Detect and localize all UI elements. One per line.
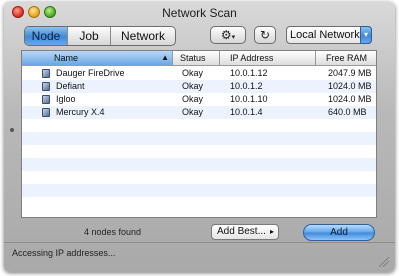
network-location-popup[interactable]: Local Network ▾ [286,26,372,44]
node-ram: 640.0 MB [328,107,367,117]
nodes-table: Name ▲ Status IP Address Free RAM Dauger… [21,50,377,218]
table-row[interactable]: Defiant Okay 10.0.1.2 1024.0 MB [22,80,376,93]
sort-ascending-icon: ▲ [161,53,169,62]
refresh-button[interactable]: ↻ [254,26,276,44]
empty-row [22,184,376,197]
node-icon [42,82,50,91]
resize-grip-icon[interactable] [379,257,389,267]
empty-row [22,119,376,132]
node-name: Defiant [56,81,85,91]
node-name: Igloo [56,94,76,104]
action-menu-button[interactable]: ⚙▾ [210,26,246,44]
add-best-button[interactable]: Add Best... ▸ [211,224,279,240]
node-ip: 10.0.1.4 [230,107,263,117]
table-row[interactable]: Mercury X.4 Okay 10.0.1.4 640.0 MB [22,106,376,119]
node-status: Okay [182,68,204,78]
network-scan-window: Network Scan Node Job Network ⚙▾ ↻ Local… [4,2,395,272]
node-icon [42,108,50,117]
status-bar: Accessing IP addresses... [4,242,395,272]
network-location-value: Local Network [290,29,360,41]
table-header: Name ▲ Status IP Address Free RAM [22,51,376,66]
drawer-handle[interactable] [10,128,14,132]
node-ram: 2047.9 MB [328,68,372,78]
node-ip: 10.0.1.2 [230,81,263,91]
node-status: Okay [182,81,204,91]
node-status: Okay [182,94,204,104]
nodes-found-label: 4 nodes found [84,227,142,237]
node-name: Mercury X.4 [56,107,105,117]
node-ip: 10.0.1.12 [230,68,268,78]
empty-row [22,197,376,210]
gear-icon: ⚙ [220,28,232,42]
refresh-icon: ↻ [259,28,271,42]
column-header-ram[interactable]: Free RAM [316,51,376,65]
chevron-down-icon: ▾ [231,34,236,41]
view-segmented-control: Node Job Network [24,26,176,46]
empty-row [22,145,376,158]
column-header-status[interactable]: Status [172,51,220,65]
empty-row [22,171,376,184]
column-header-ip[interactable]: IP Address [220,51,316,65]
popup-arrow-icon: ▸ [269,227,274,236]
window-title: Network Scan [162,6,237,20]
popup-arrows-icon: ▾ [360,26,372,44]
column-header-name[interactable]: Name ▲ [22,51,173,65]
node-icon [42,69,50,78]
tab-node[interactable]: Node [25,27,68,45]
node-ram: 1024.0 MB [328,94,372,104]
tab-job[interactable]: Job [68,27,111,45]
empty-row [22,158,376,171]
node-ram: 1024.0 MB [328,81,372,91]
node-name: Dauger FireDrive [56,68,125,78]
node-status: Okay [182,107,204,117]
node-icon [42,95,50,104]
title-bar[interactable]: Network Scan [4,2,395,22]
status-text: Accessing IP addresses... [12,248,116,258]
table-row[interactable]: Dauger FireDrive Okay 10.0.1.12 2047.9 M… [22,67,376,80]
table-row[interactable]: Igloo Okay 10.0.1.10 1024.0 MB [22,93,376,106]
empty-row [22,132,376,145]
add-button[interactable]: Add [303,224,375,241]
tab-network[interactable]: Network [111,27,175,45]
node-ip: 10.0.1.10 [230,94,268,104]
